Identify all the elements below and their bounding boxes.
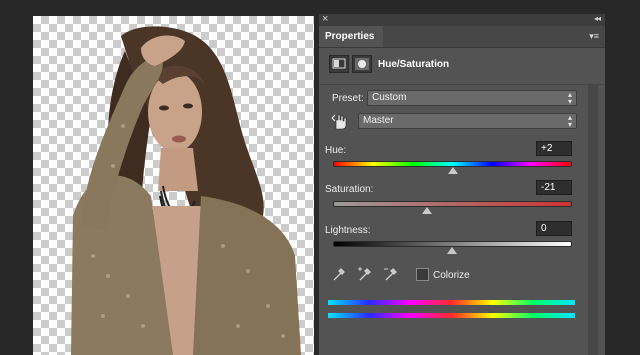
eyedropper-plus-glyph bbox=[358, 267, 371, 281]
saturation-slider-track[interactable] bbox=[333, 201, 572, 207]
adjustment-layer-glyph bbox=[332, 58, 346, 69]
preset-select-value: Custom bbox=[372, 92, 407, 103]
eyedropper-minus-glyph bbox=[384, 268, 397, 281]
colorize-label: Colorize bbox=[433, 270, 470, 281]
channel-select-value: Master bbox=[363, 115, 394, 126]
updown-arrows-icon: ▴ ▾ bbox=[567, 113, 572, 129]
preset-label: Preset: bbox=[332, 93, 364, 104]
eyedropper-icon[interactable] bbox=[331, 266, 347, 282]
hue-label: Hue: bbox=[325, 145, 347, 156]
output-spectrum-bar bbox=[328, 313, 575, 318]
adjustment-layer-icon[interactable] bbox=[329, 55, 349, 73]
hue-value-field[interactable]: +2 bbox=[536, 141, 572, 156]
panel-title-bar: × ◂◂ bbox=[319, 13, 605, 26]
panel-scrollbar[interactable] bbox=[588, 84, 598, 355]
hue-slider-thumb[interactable] bbox=[447, 167, 458, 174]
panel-tab-row: Properties ▾≡ bbox=[319, 26, 605, 48]
close-icon[interactable]: × bbox=[322, 13, 328, 25]
channel-select[interactable]: Master ▴ ▾ bbox=[358, 113, 577, 129]
layer-mask-icon[interactable] bbox=[352, 55, 372, 73]
tab-properties[interactable]: Properties bbox=[319, 26, 383, 47]
saturation-label: Saturation: bbox=[325, 184, 374, 195]
lightness-slider-thumb[interactable] bbox=[446, 247, 457, 254]
properties-panel: × ◂◂ Properties ▾≡ Hue/Saturation Preset… bbox=[318, 13, 605, 355]
updown-arrows-icon: ▴ ▾ bbox=[567, 90, 572, 106]
double-chevron-icon[interactable]: ◂◂ bbox=[594, 14, 601, 23]
panel-menu-icon[interactable]: ▾≡ bbox=[589, 31, 599, 42]
preset-select[interactable]: Custom ▴ ▾ bbox=[367, 90, 577, 106]
layer-mask-glyph bbox=[355, 58, 369, 70]
document-image[interactable] bbox=[33, 16, 320, 355]
saturation-value-field[interactable]: -21 bbox=[536, 180, 572, 195]
hand-adjust-glyph bbox=[331, 114, 347, 130]
colorize-checkbox[interactable] bbox=[416, 268, 429, 281]
eyedropper-glyph bbox=[333, 268, 345, 281]
lightness-value-field[interactable]: 0 bbox=[536, 221, 572, 236]
eyedropper-plus-icon[interactable] bbox=[357, 266, 373, 282]
eyedropper-minus-icon[interactable] bbox=[383, 266, 399, 282]
saturation-slider-thumb[interactable] bbox=[421, 207, 432, 214]
lightness-label: Lightness: bbox=[325, 225, 371, 236]
document-canvas[interactable] bbox=[0, 0, 320, 355]
input-spectrum-bar bbox=[328, 300, 575, 305]
adjustment-title: Hue/Saturation bbox=[378, 59, 450, 70]
adjustment-header: Hue/Saturation bbox=[319, 48, 605, 85]
portrait-photo bbox=[71, 26, 301, 355]
hand-adjust-icon[interactable] bbox=[331, 112, 349, 130]
